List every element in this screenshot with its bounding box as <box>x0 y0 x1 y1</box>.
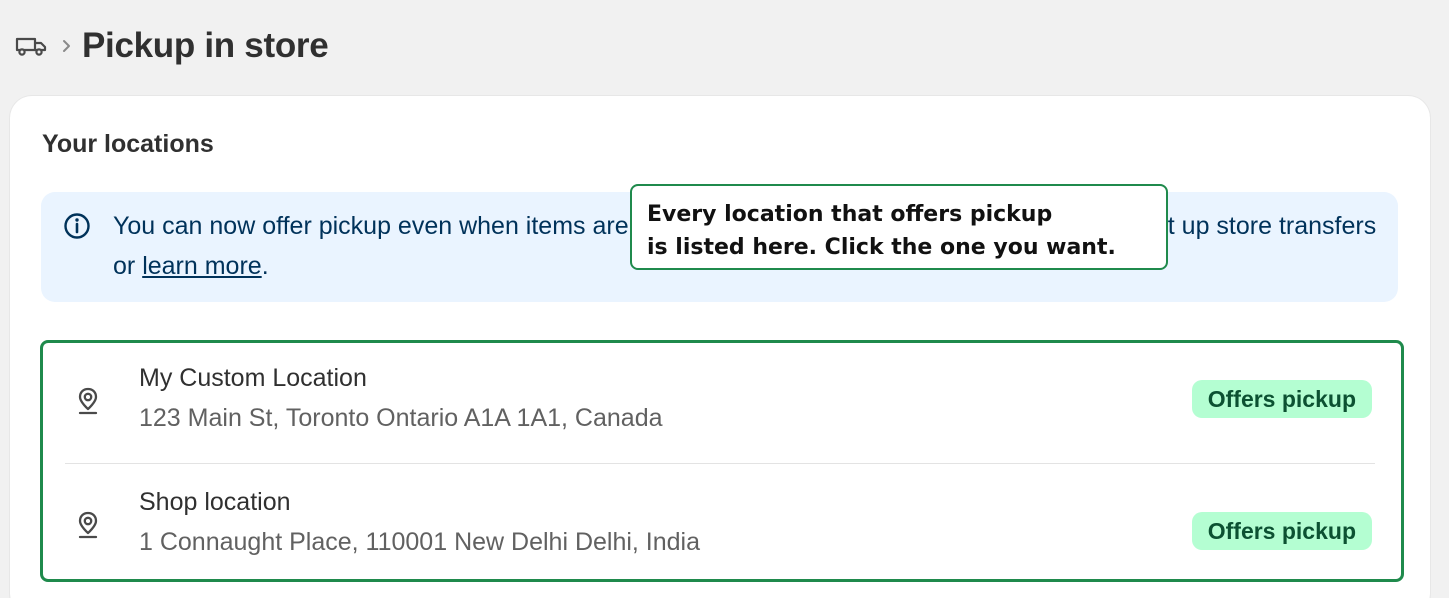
annotation-text: Every location that offers pickup is lis… <box>647 202 1116 260</box>
page-title: Pickup in store <box>82 26 329 65</box>
divider <box>65 463 1375 464</box>
banner-text-end: . <box>261 252 269 280</box>
location-row-shop-location[interactable]: Shop location 1 Connaught Place, 110001 … <box>41 466 1398 584</box>
chevron-right-icon <box>58 36 74 56</box>
page: Pickup in store Your locations You can n… <box>0 0 1449 598</box>
offers-pickup-badge: Offers pickup <box>1191 512 1372 550</box>
location-address: 123 Main St, Toronto Ontario A1A 1A1, Ca… <box>139 404 663 432</box>
info-icon <box>63 212 91 240</box>
truck-icon[interactable] <box>14 29 48 63</box>
location-name: Shop location <box>139 488 291 516</box>
location-address: 1 Connaught Place, 110001 New Delhi Delh… <box>139 528 701 556</box>
location-list: My Custom Location 123 Main St, Toronto … <box>41 342 1398 576</box>
locations-card: Your locations You can now offer pickup … <box>10 96 1430 598</box>
location-row-my-custom-location[interactable]: My Custom Location 123 Main St, Toronto … <box>41 342 1398 460</box>
location-name: My Custom Location <box>139 364 367 392</box>
annotation-callout: Every location that offers pickup is lis… <box>630 184 1168 270</box>
offers-pickup-badge: Offers pickup <box>1191 380 1372 418</box>
card-title: Your locations <box>42 130 214 158</box>
location-pin-icon <box>75 510 101 540</box>
page-header: Pickup in store <box>14 24 329 68</box>
learn-more-link[interactable]: learn more <box>142 252 262 280</box>
location-pin-icon <box>75 386 101 416</box>
